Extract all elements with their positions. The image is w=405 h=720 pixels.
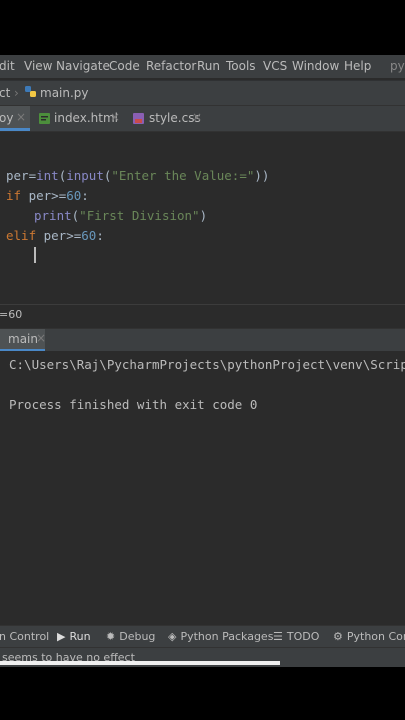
pycharm-window: dit View Navigate Code Refactor Run Tool… (0, 55, 405, 667)
python-file-icon (24, 85, 37, 101)
tool-python-console[interactable]: ⚙Python Conso (333, 630, 405, 643)
bug-icon: ✹ (106, 630, 116, 643)
menu-tools[interactable]: Tools (226, 59, 256, 73)
close-icon[interactable]: × (36, 331, 46, 345)
close-icon[interactable]: × (16, 110, 26, 124)
code-line-3: print("First Division") (34, 208, 208, 223)
tool-run[interactable]: ▶ Run (57, 630, 91, 643)
tab-label: index.html (54, 111, 118, 125)
code-line-1: per=int(input("Enter the Value:=")) (6, 168, 270, 183)
tab-main-py[interactable]: oy × (0, 106, 30, 131)
play-icon: ▶ (57, 630, 66, 643)
nav-file[interactable]: main.py (40, 86, 89, 100)
menu-navigate[interactable]: Navigate (56, 59, 110, 73)
menu-edit[interactable]: dit (0, 59, 15, 73)
horizontal-scrollbar[interactable] (0, 661, 280, 665)
tool-window-bar: n Control ▶ Run ✹ Debug ◈ Python Packages ☰… (0, 625, 405, 648)
window-title: py (390, 59, 405, 73)
menu-code[interactable]: Code (109, 59, 140, 73)
code-line-4: elif per>=60: (6, 228, 104, 243)
console-exit-line: Process finished with exit code 0 (9, 397, 258, 412)
run-console[interactable]: C:\Users\Raj\PycharmProjects\pythonProje… (0, 351, 405, 625)
menu-help[interactable]: Help (344, 59, 371, 73)
menu-bar: dit View Navigate Code Refactor Run Tool… (0, 55, 405, 78)
code-editor[interactable]: per=int(input("Enter the Value:=")) if p… (0, 132, 405, 302)
editor-tabs: oy × index.html × style.css × (0, 105, 405, 132)
navigation-bar: ct › main.py (0, 80, 405, 105)
menu-view[interactable]: View (24, 59, 52, 73)
breadcrumb-text[interactable]: =60 (0, 308, 22, 321)
layers-icon: ◈ (168, 630, 177, 643)
css-file-icon (132, 112, 145, 128)
python-console-icon: ⚙ (333, 630, 343, 643)
html-file-icon (38, 112, 51, 128)
close-icon[interactable]: × (110, 110, 120, 124)
tool-version-control[interactable]: n Control (0, 630, 49, 643)
menu-window[interactable]: Window (292, 59, 339, 73)
menu-vcs[interactable]: VCS (263, 59, 287, 73)
tab-index-html[interactable]: index.html × (34, 106, 124, 131)
tool-debug[interactable]: ✹ Debug (106, 630, 155, 643)
close-icon[interactable]: × (192, 110, 202, 124)
code-line-2: if per>=60: (6, 188, 89, 203)
nav-project[interactable]: ct (0, 86, 10, 100)
text-cursor (34, 247, 36, 263)
console-path-line: C:\Users\Raj\PycharmProjects\pythonProje… (9, 357, 405, 372)
menu-refactor[interactable]: Refactor (146, 59, 196, 73)
run-tool-tabs: main × (0, 328, 405, 351)
tool-todo[interactable]: ☰ TODO (273, 630, 319, 643)
list-icon: ☰ (273, 630, 283, 643)
menu-run[interactable]: Run (197, 59, 220, 73)
run-tab-label: main (8, 332, 38, 346)
tab-style-css[interactable]: style.css × (128, 106, 208, 131)
chevron-right-icon: › (14, 86, 19, 100)
tool-python-packages[interactable]: ◈ Python Packages (168, 630, 273, 643)
code-breadcrumb: =60 (0, 304, 405, 327)
tab-label: oy (0, 111, 14, 125)
